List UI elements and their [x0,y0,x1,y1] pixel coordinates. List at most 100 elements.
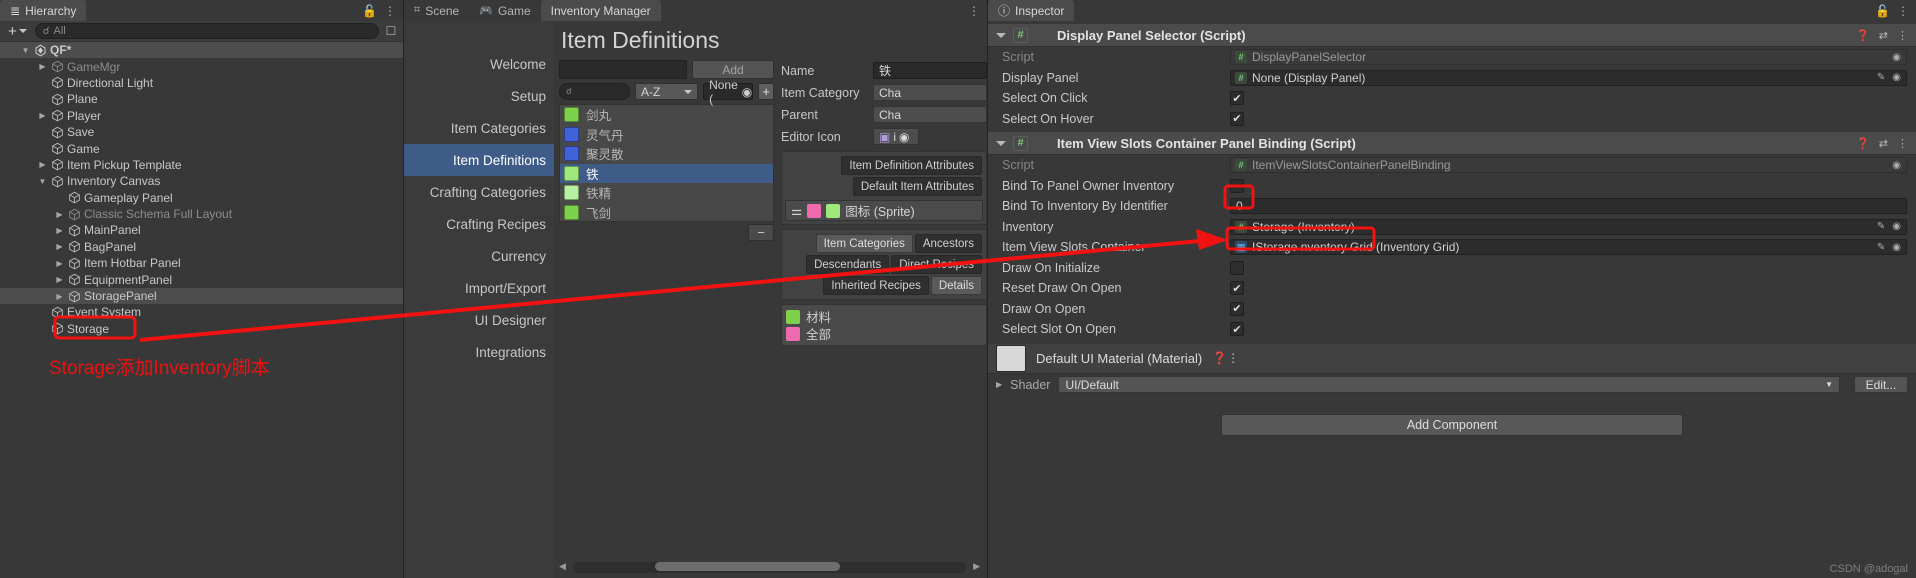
checkbox[interactable]: ✔ [1230,301,1244,316]
sort-dropdown[interactable]: A-Z [634,83,699,100]
list-item[interactable]: 全部 [786,325,982,342]
material-header[interactable]: Default UI Material (Material) ❓⋮ [988,343,1916,374]
preset-icon[interactable]: ⇄ [1879,137,1888,150]
chevron-right-icon[interactable]: ▶ [54,275,65,284]
hierarchy-item-save[interactable]: Save [0,124,403,140]
hierarchy-item-item-hotbar-panel[interactable]: ▶ Item Hotbar Panel [0,255,403,271]
category-tabs[interactable]: Item Categories Ancestors Descendants Direc… [785,233,983,296]
remove-item-button[interactable]: − [748,224,774,241]
add-component-button[interactable]: Add Component [1221,413,1683,436]
category-tab[interactable]: Details [930,276,982,295]
parent-field[interactable]: Cha [873,106,987,123]
scroll-thumb[interactable] [655,562,840,571]
new-item-name-input[interactable] [559,60,687,79]
more-menu-icon[interactable]: ⋮ [1897,137,1908,150]
more-menu-icon[interactable]: ⋮ [968,4,980,18]
hierarchy-item-gamemgr[interactable]: ▶ GameMgr [0,58,403,74]
chevron-right-icon[interactable]: ▶ [37,62,48,71]
hierarchy-item-directional-light[interactable]: Directional Light [0,75,403,91]
nav-item-integrations[interactable]: Integrations [404,336,554,368]
sprite-attribute-field[interactable]: ⚌ 图标 (Sprite) [785,200,983,221]
list-item[interactable]: 飞剑 [560,203,773,222]
chevron-right-icon[interactable]: ▶ [37,111,48,120]
scroll-left-arrow[interactable]: ◀ [559,561,566,572]
target-icon[interactable]: ◉ [1892,72,1901,83]
editor-icon-field[interactable]: ▣ i ◉ [873,128,919,145]
checkbox[interactable] [1230,260,1244,275]
category-tab[interactable]: Direct Recipes [891,255,982,274]
hierarchy-item-storagepanel[interactable]: ▶ StoragePanel [0,287,403,305]
hierarchy-item-plane[interactable]: Plane [0,91,403,107]
more-menu-icon[interactable]: ⋮ [1897,29,1908,42]
nav-item-crafting-recipes[interactable]: Crafting Recipes [404,208,554,240]
edit-shader-button[interactable]: Edit... [1854,376,1908,393]
chevron-right-icon[interactable]: ▶ [54,242,65,251]
lock-icon[interactable]: 🔓 [362,4,377,18]
target-icon[interactable]: ◉ [1892,160,1901,171]
chevron-down-icon[interactable] [996,140,1006,146]
checkbox[interactable] [1230,178,1244,193]
hierarchy-item-item-pickup-template[interactable]: ▶ Item Pickup Template [0,157,403,173]
target-icon[interactable]: ◉ [742,85,752,99]
search-mode-icon[interactable]: ☐ [382,23,400,39]
checkbox[interactable]: ✔ [1230,111,1244,126]
category-tab[interactable]: Ancestors [914,234,982,253]
list-item[interactable]: 聚灵散 [560,144,773,164]
target-icon[interactable]: ◉ [1892,221,1901,232]
nav-item-setup[interactable]: Setup [404,80,554,112]
hierarchy-item-inventory-canvas[interactable]: ▼ Inventory Canvas [0,173,403,189]
component-header[interactable]: # Item View Slots Container Panel Binding… [988,132,1916,155]
shader-dropdown[interactable]: UI/Default ▼ [1058,376,1840,393]
help-icon[interactable]: ❓ [1856,137,1870,150]
item-definitions-list[interactable]: 剑丸 灵气丹 聚灵散铁铁精 飞剑 [559,104,774,222]
category-tab[interactable]: Item Categories [815,234,913,253]
scroll-right-arrow[interactable]: ▶ [973,561,980,572]
item-category-field[interactable]: Cha [873,84,987,101]
hierarchy-item-player[interactable]: ▶ Player [0,108,403,124]
object-field[interactable]: ▦ IStorage nventory Grid (Inventory Grid)… [1230,239,1907,256]
edit-icon[interactable]: ✎ [1877,242,1885,253]
more-menu-icon[interactable]: ⋮ [1227,351,1239,365]
tab-inspector[interactable]: ⓘ Inspector [988,0,1075,21]
chevron-right-icon[interactable]: ▶ [54,259,65,268]
add-button[interactable]: Add [692,60,774,79]
chevron-down-icon[interactable]: ▼ [37,177,48,186]
hierarchy-item-equipmentpanel[interactable]: ▶ EquipmentPanel [0,271,403,287]
tab-scene[interactable]: ⌗ Scene [404,0,469,21]
target-icon[interactable]: ◉ [899,130,909,144]
object-field[interactable]: # ItemViewSlotsContainerPanelBinding ◉ [1230,157,1907,174]
chevron-right-icon[interactable]: ▶ [37,160,48,169]
scroll-track[interactable] [573,562,966,573]
chevron-down-icon[interactable]: ▼ [20,46,31,55]
chevron-right-icon[interactable]: ▶ [54,226,65,235]
nav-item-crafting-categories[interactable]: Crafting Categories [404,176,554,208]
target-icon[interactable]: ◉ [1892,52,1901,63]
object-field[interactable]: # None (Display Panel) ✎ ◉ [1230,69,1907,86]
tab-hierarchy[interactable]: ≣ Hierarchy [0,0,87,21]
list-item[interactable]: 剑丸 [560,105,773,125]
category-tab[interactable]: Descendants [806,255,890,274]
number-input[interactable]: 0 [1230,198,1907,215]
hierarchy-item-qf[interactable]: ▼ QF* [0,42,403,59]
category-filter-field[interactable]: None ( ◉ [703,78,754,106]
chevron-right-icon[interactable]: ▶ [54,292,65,301]
more-menu-icon[interactable]: ⋮ [1897,4,1909,18]
help-icon[interactable]: ❓ [1212,351,1227,365]
edit-icon[interactable]: ✎ [1877,221,1885,232]
tab-inventory-manager[interactable]: Inventory Manager [540,0,661,21]
list-item[interactable]: 材料 [786,308,982,325]
nav-item-item-definitions[interactable]: Item Definitions [404,144,554,176]
object-field[interactable]: # Storage (Inventory) ✎ ◉ [1230,218,1907,235]
nav-item-ui-designer[interactable]: UI Designer [404,304,554,336]
category-tab[interactable]: Inherited Recipes [823,276,929,295]
inventory-manager-nav[interactable]: Welcome Setup Item Categories Item Definiti… [404,21,554,578]
nav-item-currency[interactable]: Currency [404,240,554,272]
checkbox[interactable]: ✔ [1230,91,1244,106]
tab-item-definition-attributes[interactable]: Item Definition Attributes [841,156,982,175]
nav-item-welcome[interactable]: Welcome [404,48,554,80]
hierarchy-tree[interactable]: ▼ QF* ▶ GameMgr Directional Light Plane ▶ Playe… [0,42,403,578]
hierarchy-item-classic-schema-full-layout[interactable]: ▶ Classic Schema Full Layout [0,206,403,222]
tab-game[interactable]: 🎮 Game [469,0,540,21]
list-item[interactable]: 灵气丹 [560,125,773,145]
edit-icon[interactable]: ✎ [1877,72,1885,83]
